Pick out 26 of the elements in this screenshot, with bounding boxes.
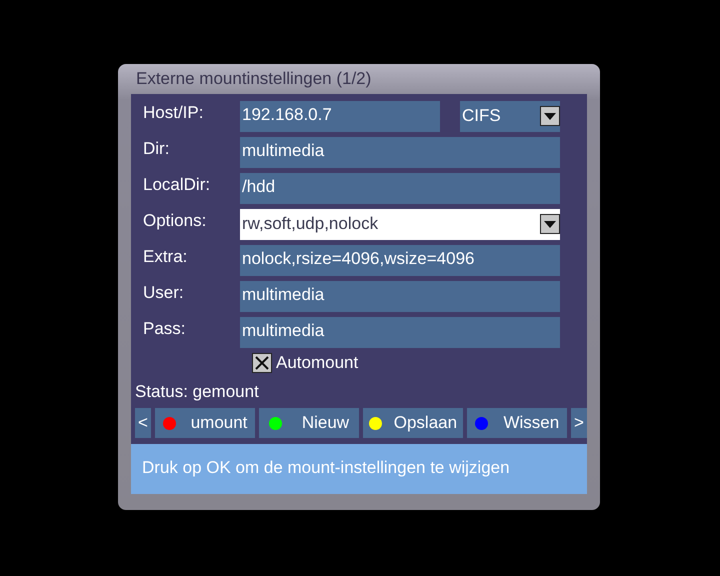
field-label: Extra: <box>142 247 188 267</box>
status-text: Status: gemount <box>134 381 260 403</box>
field-label: Options: <box>142 211 208 231</box>
checkbox-label: Automount <box>276 353 358 373</box>
color-key-button[interactable]: umount <box>155 408 255 438</box>
field-label: Host/IP: <box>142 103 204 123</box>
color-key-button[interactable]: Opslaan <box>363 408 463 438</box>
field-label: LocalDir: <box>142 175 212 195</box>
color-key-button[interactable]: Wissen <box>467 408 567 438</box>
input-field[interactable]: nolock,rsize=4096,wsize=4096 <box>240 244 560 276</box>
input-field[interactable]: 192.168.0.7 <box>240 100 440 132</box>
page-nav-button[interactable]: > <box>571 408 587 438</box>
page-nav-button[interactable]: < <box>135 408 151 438</box>
checkbox[interactable] <box>252 353 272 373</box>
field-label: Pass: <box>142 319 187 339</box>
field-label: User: <box>142 283 185 303</box>
protocol-dropdown[interactable]: CIFS <box>460 100 560 132</box>
help-text: Druk op OK om de mount-instellingen te wijzigen <box>131 444 587 494</box>
input-field[interactable]: multimedia <box>240 316 560 348</box>
input-field[interactable]: /hdd <box>240 172 560 204</box>
dropdown-field[interactable]: rw,soft,udp,nolock <box>240 208 560 240</box>
input-field[interactable]: multimedia <box>240 280 560 312</box>
field-label: Dir: <box>142 139 170 159</box>
input-field[interactable]: multimedia <box>240 136 560 168</box>
window-title: Externe mountinstellingen (1/2) <box>135 68 372 90</box>
color-key-button[interactable]: Nieuw <box>259 408 359 438</box>
